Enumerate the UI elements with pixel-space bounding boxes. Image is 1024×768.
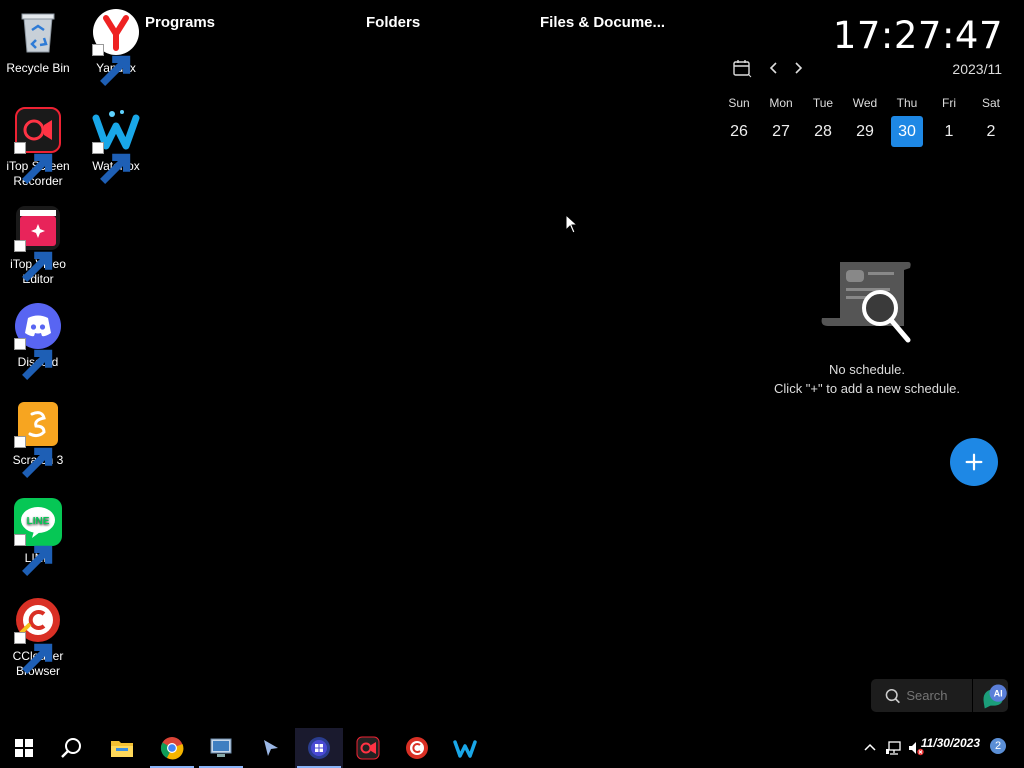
- calendar-day[interactable]: 28: [802, 116, 844, 147]
- day-number: 29: [856, 123, 874, 140]
- taskbar-ms-store[interactable]: [295, 728, 343, 768]
- desktop-icon-line[interactable]: LINE LINE: [0, 498, 76, 576]
- calendar-weekdays: Sun Mon Tue Wed Thu Fri Sat: [718, 96, 1012, 110]
- weekday-label: Thu: [896, 96, 918, 110]
- calendar-icon[interactable]: [732, 58, 752, 78]
- desktop-icon-itop-video-editor[interactable]: iTop Video Editor: [0, 204, 76, 287]
- taskbar-search-button[interactable]: [48, 728, 96, 768]
- calendar-days: 26 27 28 29 30 1 2: [718, 116, 1012, 147]
- empty-schedule-title: No schedule.: [829, 362, 905, 377]
- add-schedule-button[interactable]: [950, 438, 998, 486]
- taskbar-itop-screen-recorder[interactable]: [344, 728, 392, 768]
- taskbar-ccleaner-browser[interactable]: [393, 728, 441, 768]
- section-header-programs[interactable]: Programs: [145, 14, 215, 31]
- file-explorer-icon: [111, 741, 133, 757]
- mouse-cursor-icon: [565, 214, 579, 234]
- calendar-day[interactable]: 27: [760, 116, 802, 147]
- weekday-label: Fri: [942, 96, 956, 110]
- weekday-label: Wed: [852, 96, 878, 110]
- section-header-folders[interactable]: Folders: [366, 14, 420, 31]
- day-number: 1: [944, 123, 954, 140]
- no-schedule-illustration-icon: [818, 256, 914, 348]
- day-number: 2: [986, 123, 996, 140]
- chevron-right-icon[interactable]: [788, 58, 808, 78]
- remote-desktop-icon: [210, 738, 232, 757]
- shortcut-arrow-icon: [14, 240, 53, 282]
- desktop-icon-discord[interactable]: Discord: [0, 302, 76, 380]
- shortcut-arrow-icon: [14, 534, 53, 576]
- taskbar-cursor-app[interactable]: [246, 728, 294, 768]
- shortcut-arrow-icon: [14, 436, 53, 478]
- taskbar-waterfox[interactable]: [441, 728, 489, 768]
- svg-text:LINE: LINE: [27, 516, 50, 527]
- search-icon: [61, 738, 81, 758]
- empty-schedule-hint: Click "+" to add a new schedule.: [774, 381, 960, 396]
- recycle-bin-icon: [21, 13, 55, 53]
- calendar-day[interactable]: 26: [718, 116, 760, 147]
- taskbar-chrome[interactable]: [148, 728, 196, 768]
- ai-assistant-icon[interactable]: AI: [979, 681, 1008, 711]
- calendar-toolbar: 2023/11: [732, 58, 1004, 78]
- search-input[interactable]: [904, 687, 965, 704]
- search-divider: [972, 679, 974, 712]
- shortcut-arrow-icon: [92, 44, 131, 86]
- taskbar-file-explorer[interactable]: [98, 728, 146, 768]
- desktop-icon-yandex[interactable]: Yandex: [78, 8, 154, 86]
- taskbar-remote-desktop[interactable]: [197, 728, 245, 768]
- plus-icon: [965, 453, 983, 471]
- shortcut-arrow-icon: [14, 142, 53, 184]
- day-number: 28: [814, 123, 832, 140]
- weekday-label: Mon: [769, 96, 793, 110]
- itop-screen-recorder-icon: [356, 736, 380, 760]
- desktop-icon-recycle-bin[interactable]: Recycle Bin: [0, 8, 76, 76]
- weekday-label: Sat: [981, 96, 1000, 110]
- desktop-icon-itop-screen-recorder[interactable]: iTop Screen Recorder: [0, 106, 76, 189]
- ccleaner-browser-icon: [406, 737, 428, 759]
- chevron-left-icon[interactable]: [764, 58, 784, 78]
- day-number: 27: [772, 123, 790, 140]
- chevron-up-icon[interactable]: [862, 740, 878, 756]
- search-icon: [885, 688, 900, 703]
- calendar-year-month[interactable]: 2023/11: [952, 61, 1002, 77]
- ai-label: AI: [994, 688, 1003, 698]
- shortcut-arrow-icon: [14, 338, 53, 380]
- shortcut-arrow-icon: [14, 632, 53, 674]
- weekday-label: Sun: [728, 96, 750, 110]
- system-tray: 11/30/2023 2: [824, 728, 1024, 768]
- desktop-icon-ccleaner-browser[interactable]: CCleaner Browser: [0, 596, 76, 679]
- desktop-icon-waterfox[interactable]: Waterfox: [78, 106, 154, 184]
- calendar-day[interactable]: 2: [970, 116, 1012, 147]
- ms-store-icon: [308, 737, 330, 759]
- day-number: 26: [730, 123, 748, 140]
- desktop-icon-scratch[interactable]: Scratch 3: [0, 400, 76, 478]
- start-button[interactable]: [0, 728, 48, 768]
- chrome-icon: [160, 737, 184, 760]
- notification-badge[interactable]: 2: [990, 738, 1006, 754]
- start-icon: [15, 739, 33, 757]
- network-icon[interactable]: [886, 740, 902, 756]
- calendar-day[interactable]: 1: [928, 116, 970, 147]
- waterfox-icon: [453, 740, 477, 758]
- clock-time: 17:27:47: [832, 14, 1003, 57]
- calendar-day-today[interactable]: 30: [886, 116, 928, 147]
- day-number: 30: [891, 116, 923, 147]
- shortcut-arrow-icon: [92, 142, 131, 184]
- taskbar: 11/30/2023 2: [0, 728, 1024, 768]
- taskbar-date[interactable]: 11/30/2023: [921, 736, 980, 750]
- section-header-files[interactable]: Files & Docume...: [540, 14, 665, 31]
- weekday-label: Tue: [812, 96, 834, 110]
- cursor-app-icon: [264, 740, 278, 756]
- desktop-search-box[interactable]: AI: [871, 679, 1008, 712]
- calendar-day[interactable]: 29: [844, 116, 886, 147]
- desktop-icon-label: Recycle Bin: [6, 61, 70, 75]
